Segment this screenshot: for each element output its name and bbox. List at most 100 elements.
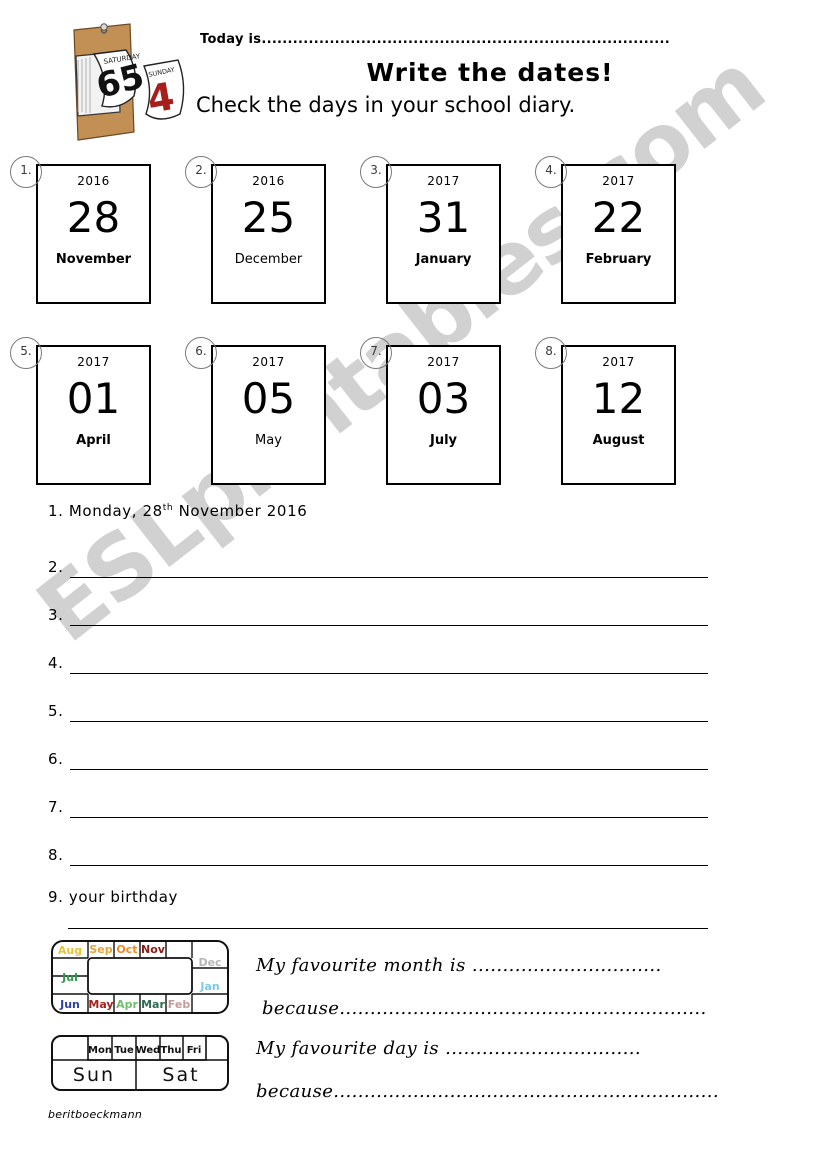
day-ring-weekend-label: Sat [162, 1064, 199, 1086]
answer-line-row[interactable]: 4. [48, 654, 708, 680]
answer-line-row[interactable]: 2. [48, 558, 708, 584]
answer-line-number: 5. [48, 702, 64, 720]
month-ring-label: Nov [141, 943, 166, 956]
calendar-card-number-badge: 8. [535, 337, 567, 369]
calendar-card-body: 2017 12 August [561, 345, 676, 485]
calendar-card-month: April [76, 433, 111, 448]
calendar-card-number-label: 2. [195, 163, 207, 177]
calendar-card-number-badge: 2. [185, 156, 217, 188]
day-ring-weekday-label: Mon [88, 1045, 112, 1056]
item-9-answer-line[interactable] [68, 928, 708, 929]
day-ring-weekday-label: Fri [187, 1045, 202, 1056]
calendar-card-day: 03 [416, 374, 471, 423]
answer-line-row[interactable]: 8. [48, 846, 708, 872]
example-answer-ordinal: th [162, 503, 174, 513]
calendar-card-number-badge: 7. [360, 337, 392, 369]
item-9-label: 9. your birthday [48, 888, 179, 906]
month-ring-label: May [88, 998, 113, 1011]
calendar-card-day: 05 [241, 374, 296, 423]
month-ring-label: Dec [198, 956, 221, 969]
calendar-card-year: 2017 [427, 174, 460, 188]
calendar-card-year: 2017 [427, 355, 460, 369]
calendar-card-number-label: 5. [20, 344, 32, 358]
calendar-card-number-label: 1. [20, 163, 32, 177]
calendar-card-day: 12 [591, 374, 646, 423]
answer-line-number: 6. [48, 750, 64, 768]
calendar-card-number-label: 4. [545, 163, 557, 177]
month-ring-label: Jun [59, 998, 80, 1011]
calendar-card-month: November [55, 252, 132, 267]
calendar-card-body: 2017 01 April [36, 345, 151, 485]
calendar-card-month: February [585, 252, 652, 267]
day-ring-weekend-label: Sun [73, 1064, 115, 1086]
calendar-card-number-label: 3. [370, 163, 382, 177]
calendar-card-day: 31 [416, 193, 471, 242]
calendar-card-number-label: 6. [195, 344, 207, 358]
today-is-prompt: Today is................................… [200, 32, 670, 47]
calendar-card-month: July [429, 433, 458, 448]
example-answer-day: 28 [142, 502, 163, 520]
month-ring-label: Jul [61, 971, 78, 984]
answer-line-rule[interactable] [70, 673, 708, 674]
calendar-card-number-label: 8. [545, 344, 557, 358]
calendar-card-number-badge: 6. [185, 337, 217, 369]
answer-line-rule[interactable] [70, 577, 708, 578]
answer-line-number: 8. [48, 846, 64, 864]
calendar-card-month: December [234, 252, 303, 267]
answer-line-rule[interactable] [70, 769, 708, 770]
calendar-card-year: 2017 [252, 355, 285, 369]
answer-line-row[interactable]: 6. [48, 750, 708, 776]
answer-line-number: 2. [48, 558, 64, 576]
calendar-card-body: 2016 28 November [36, 164, 151, 304]
calendar-card-body: 2017 03 July [386, 345, 501, 485]
author-credit: beritboeckmann [48, 1108, 143, 1121]
answer-line-rule[interactable] [70, 865, 708, 866]
calendar-card-year: 2016 [252, 174, 285, 188]
answer-line-number: 3. [48, 606, 64, 624]
month-ring-label: Aug [58, 944, 82, 957]
example-answer-line: 1. Monday, 28th November 2016 [48, 502, 307, 520]
month-ring-label: Sep [89, 943, 112, 956]
tear-off-calendar-icon: SATURDAY 65 SUNDAY 4 [48, 14, 208, 144]
answer-line-number: 7. [48, 798, 64, 816]
page-title: Write the dates! [366, 58, 614, 87]
calendar-card-body: 2016 25 December [211, 164, 326, 304]
calendar-card-year: 2016 [77, 174, 110, 188]
watermark: ESLprintables.com [18, 33, 810, 860]
favourite-day-because-prompt: because.................................… [256, 1081, 719, 1102]
calendar-card-day: 25 [241, 193, 296, 242]
calendar-card-month: January [415, 252, 472, 267]
month-ring-label: Oct [116, 943, 137, 956]
answer-line-rule[interactable] [70, 721, 708, 722]
month-ring-label: Jan [199, 980, 219, 993]
answer-line-row[interactable]: 3. [48, 606, 708, 632]
day-ring-weekday-label: Tue [114, 1045, 134, 1056]
page-subtitle: Check the days in your school diary. [196, 93, 576, 117]
answer-line-row[interactable]: 7. [48, 798, 708, 824]
calendar-card-month: May [255, 433, 282, 448]
example-answer-year: 2016 [266, 502, 308, 520]
calendar-card-year: 2017 [602, 355, 635, 369]
month-ring-label: Feb [168, 998, 191, 1011]
answer-line-rule[interactable] [70, 625, 708, 626]
favourite-month-prompt: My favourite month is ..................… [256, 955, 662, 976]
example-answer-number: 1. [48, 502, 64, 520]
example-answer-weekday: Monday, [68, 502, 138, 520]
calendar-card-number-badge: 3. [360, 156, 392, 188]
favourite-month-because-prompt: because.................................… [262, 998, 707, 1019]
calendar-card-day: 22 [591, 193, 646, 242]
calendar-card-number-badge: 4. [535, 156, 567, 188]
answer-line-rule[interactable] [70, 817, 708, 818]
calendar-card-number-badge: 5. [10, 337, 42, 369]
answer-line-row[interactable]: 5. [48, 702, 708, 728]
favourite-day-prompt: My favourite day is ....................… [256, 1038, 642, 1059]
worksheet-header: SATURDAY 65 SUNDAY 4 Today is...........… [0, 0, 826, 150]
calendar-card-number-badge: 1. [10, 156, 42, 188]
day-ring-weekday-label: Thu [160, 1045, 181, 1056]
answer-line-number: 4. [48, 654, 64, 672]
months-ring-graphic: Aug Sep Oct Nov Dec Jan Feb Mar Apr May Jun Jul [50, 938, 230, 1016]
calendar-card-year: 2017 [602, 174, 635, 188]
calendar-card-body: 2017 05 May [211, 345, 326, 485]
month-ring-label: Apr [116, 998, 138, 1011]
example-answer-month: November [178, 502, 262, 520]
